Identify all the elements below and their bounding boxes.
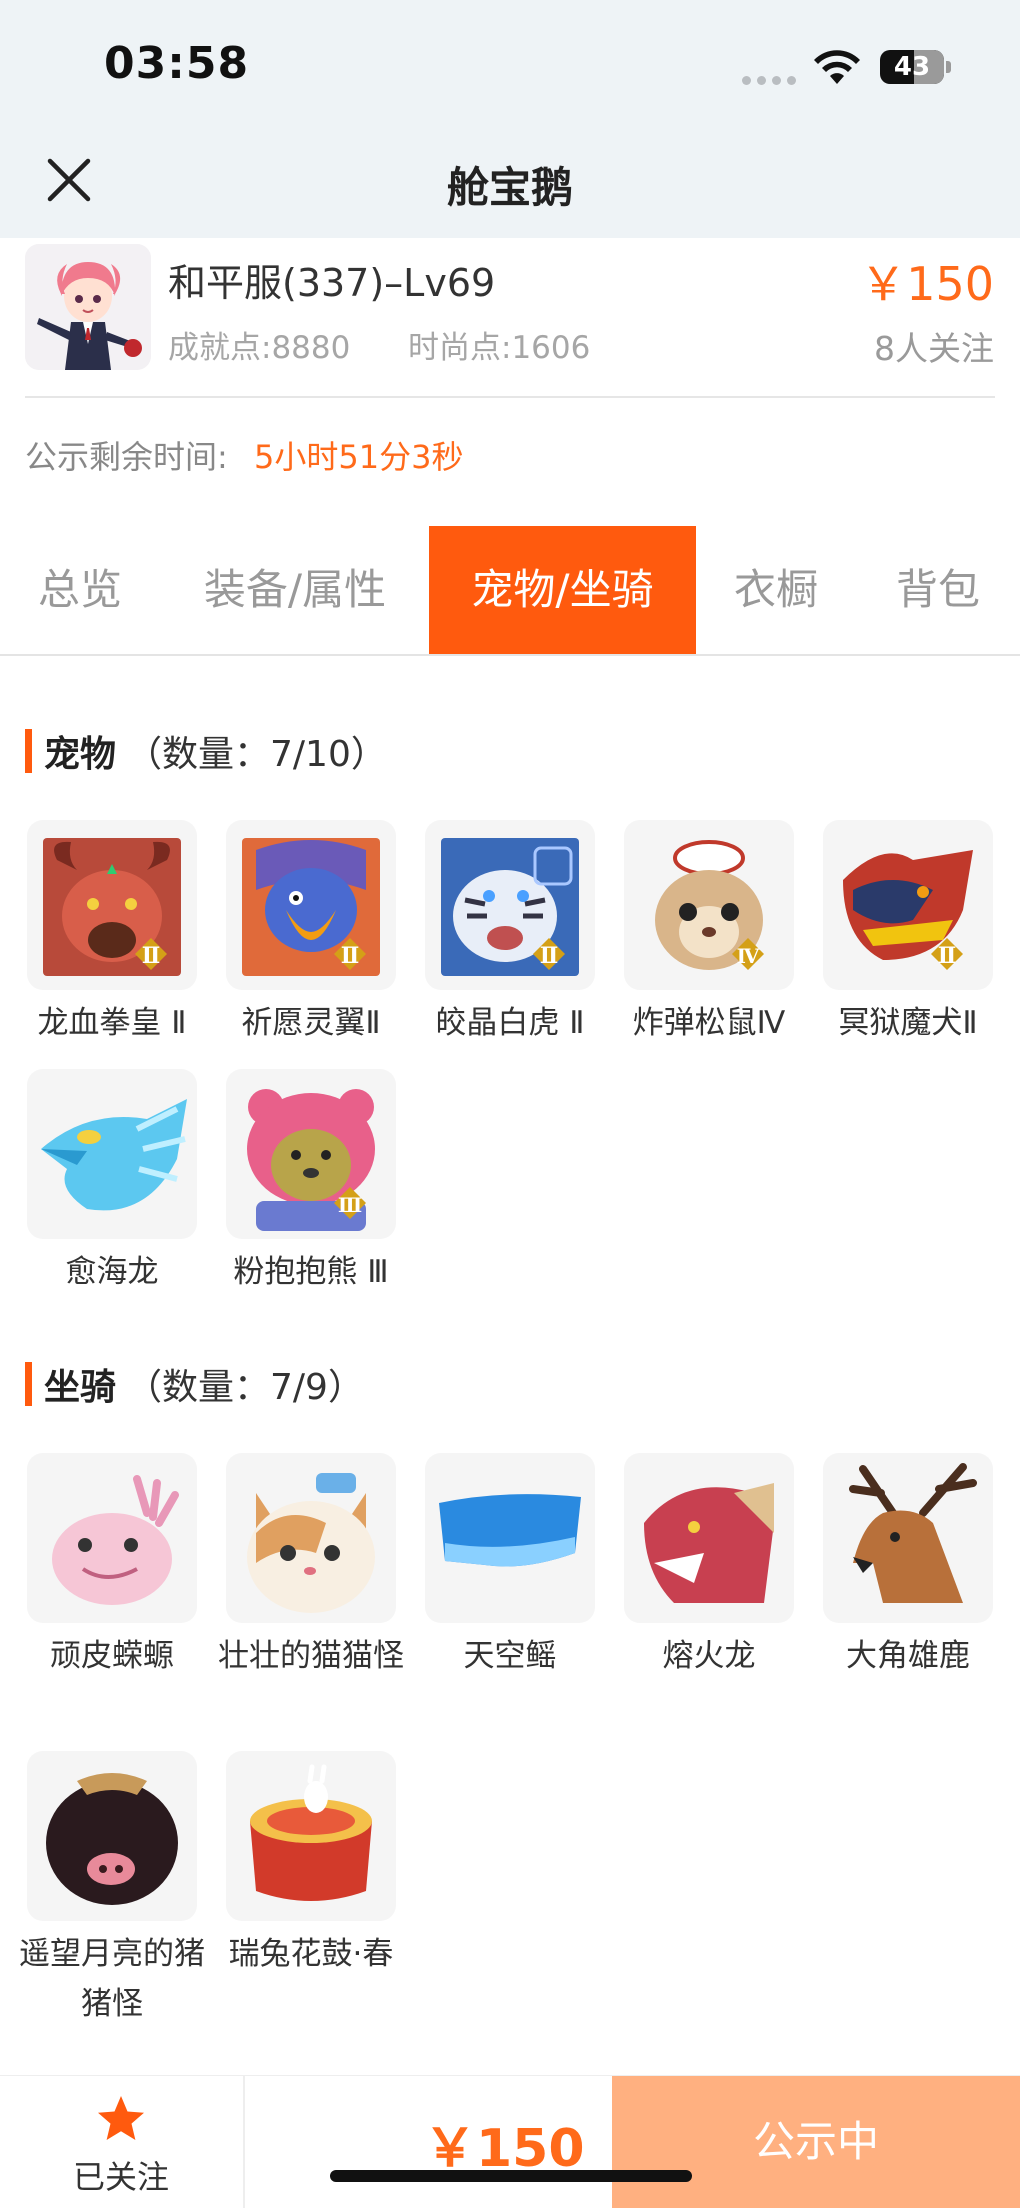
- mount-item[interactable]: 大角雄鹿: [823, 1453, 993, 1681]
- tab-overview[interactable]: 总览: [0, 526, 160, 654]
- mount-item[interactable]: 遥望月亮的猪猪怪: [19, 1751, 205, 2029]
- mount-item[interactable]: 瑞兔花鼓·春: [226, 1751, 396, 1979]
- page-title: 舱宝鹅: [446, 163, 573, 212]
- fashion-points: 时尚点:1606: [408, 330, 591, 366]
- tabs-divider: [0, 654, 1020, 656]
- svg-text:Ⅱ: Ⅱ: [142, 943, 161, 969]
- status-time: 03:58: [104, 38, 250, 89]
- griffin-icon: Ⅱ: [242, 838, 380, 976]
- pink-bear-icon: Ⅲ: [247, 1089, 375, 1231]
- nav-bar: 舱宝鹅: [0, 130, 1020, 238]
- achievement-points: 成就点:8880: [168, 330, 351, 366]
- countdown-value: 5小时51分3秒: [254, 438, 464, 476]
- mount-name: 遥望月亮的猪猪怪: [19, 1936, 205, 2022]
- pets-title: 宠物: [44, 734, 117, 775]
- bottom-action-bar: 已关注 ￥150 公示中: [0, 2075, 1020, 2208]
- divider: [243, 2076, 245, 2208]
- squirrel-icon: Ⅳ: [655, 840, 764, 970]
- svg-text:Ⅳ: Ⅳ: [737, 944, 760, 968]
- mounts-title: 坐骑: [44, 1367, 117, 1408]
- pet-item[interactable]: 愈海龙: [27, 1069, 197, 1297]
- mount-item[interactable]: 顽皮蝾螈: [27, 1453, 197, 1681]
- svg-text:Ⅱ: Ⅱ: [938, 943, 957, 969]
- star-icon: [98, 2096, 144, 2140]
- tab-bar: 总览 装备/属性 宠物/坐骑 衣橱 背包: [0, 526, 1020, 654]
- mount-item[interactable]: 熔火龙: [624, 1453, 794, 1681]
- tab-equipment[interactable]: 装备/属性: [186, 526, 404, 654]
- pet-item[interactable]: Ⅳ 炸弹松鼠Ⅳ: [624, 820, 794, 1048]
- mounts-count: （数量：7/9）: [126, 1367, 364, 1408]
- drum-icon: [250, 1764, 372, 1901]
- mount-name: 壮壮的猫猫怪: [218, 1638, 404, 1674]
- mount-name: 熔火龙: [662, 1638, 756, 1674]
- red-dragon-icon: Ⅱ: [43, 838, 181, 976]
- wifi-icon: [814, 50, 860, 84]
- pet-name: 祈愿灵翼Ⅱ: [241, 1005, 381, 1041]
- tab-pets-mounts[interactable]: 宠物/坐骑: [429, 526, 696, 654]
- home-indicator: [330, 2170, 692, 2182]
- lava-dragon-icon: [644, 1483, 774, 1603]
- mount-name: 顽皮蝾螈: [50, 1638, 174, 1674]
- pet-item[interactable]: Ⅱ 冥狱魔犬Ⅱ: [823, 820, 993, 1048]
- hellhound-icon: Ⅱ: [843, 850, 973, 970]
- pet-name: 粉抱抱熊 Ⅲ: [233, 1254, 389, 1290]
- mount-item[interactable]: 壮壮的猫猫怪: [218, 1453, 404, 1681]
- svg-text:Ⅱ: Ⅱ: [341, 943, 360, 969]
- publicity-status-button[interactable]: 公示中: [612, 2076, 1020, 2208]
- divider: [25, 396, 995, 398]
- cellular-signal-icon: [742, 76, 796, 85]
- axolotl-icon: [52, 1475, 179, 1605]
- tab-backpack[interactable]: 背包: [876, 526, 1000, 654]
- pig-icon: [46, 1773, 178, 1905]
- battery-icon: 43: [880, 50, 944, 84]
- svg-text:Ⅲ: Ⅲ: [338, 1193, 362, 1217]
- pet-name: 龙血拳皇 Ⅱ: [37, 1005, 187, 1041]
- mount-name: 大角雄鹿: [846, 1638, 970, 1674]
- character-avatar: [25, 244, 151, 370]
- pet-name: 皎晶白虎 Ⅱ: [435, 1005, 585, 1041]
- pet-name: 愈海龙: [65, 1254, 159, 1290]
- mounts-section-header: 坐骑 （数量：7/9）: [25, 1361, 364, 1408]
- follower-count: 8人关注: [874, 329, 994, 368]
- countdown-label: 公示剩余时间:: [25, 438, 228, 476]
- sky-ray-icon: [439, 1494, 581, 1567]
- mount-name: 天空鳐: [463, 1638, 557, 1674]
- tab-wardrobe[interactable]: 衣橱: [714, 526, 838, 654]
- mount-name: 瑞兔花鼓·春: [228, 1936, 394, 1972]
- sea-dragon-icon: [41, 1099, 187, 1211]
- cat-icon: [247, 1473, 375, 1613]
- listing-price: ￥150: [860, 257, 994, 311]
- mount-item[interactable]: 天空鳐: [425, 1453, 595, 1681]
- follow-button[interactable]: 已关注: [0, 2076, 242, 2208]
- svg-text:Ⅱ: Ⅱ: [540, 943, 559, 969]
- follow-label: 已关注: [72, 2158, 169, 2196]
- pet-item[interactable]: Ⅱ 龙血拳皇 Ⅱ: [27, 820, 197, 1048]
- stag-icon: [849, 1463, 977, 1603]
- pets-section-header: 宠物 （数量：7/10）: [25, 728, 387, 775]
- character-title: 和平服(337)–Lv69: [168, 261, 496, 305]
- battery-level: 43: [893, 52, 931, 82]
- pet-name: 冥狱魔犬Ⅱ: [838, 1005, 978, 1041]
- status-bar: 03:58 43: [0, 0, 1020, 130]
- pet-item[interactable]: Ⅲ 粉抱抱熊 Ⅲ: [226, 1069, 396, 1297]
- pet-item[interactable]: Ⅱ 祈愿灵翼Ⅱ: [226, 820, 396, 1048]
- white-tiger-icon: Ⅱ: [441, 838, 579, 976]
- pets-count: （数量：7/10）: [126, 734, 387, 775]
- pet-item[interactable]: Ⅱ 皎晶白虎 Ⅱ: [425, 820, 595, 1048]
- pet-name: 炸弹松鼠Ⅳ: [632, 1005, 786, 1041]
